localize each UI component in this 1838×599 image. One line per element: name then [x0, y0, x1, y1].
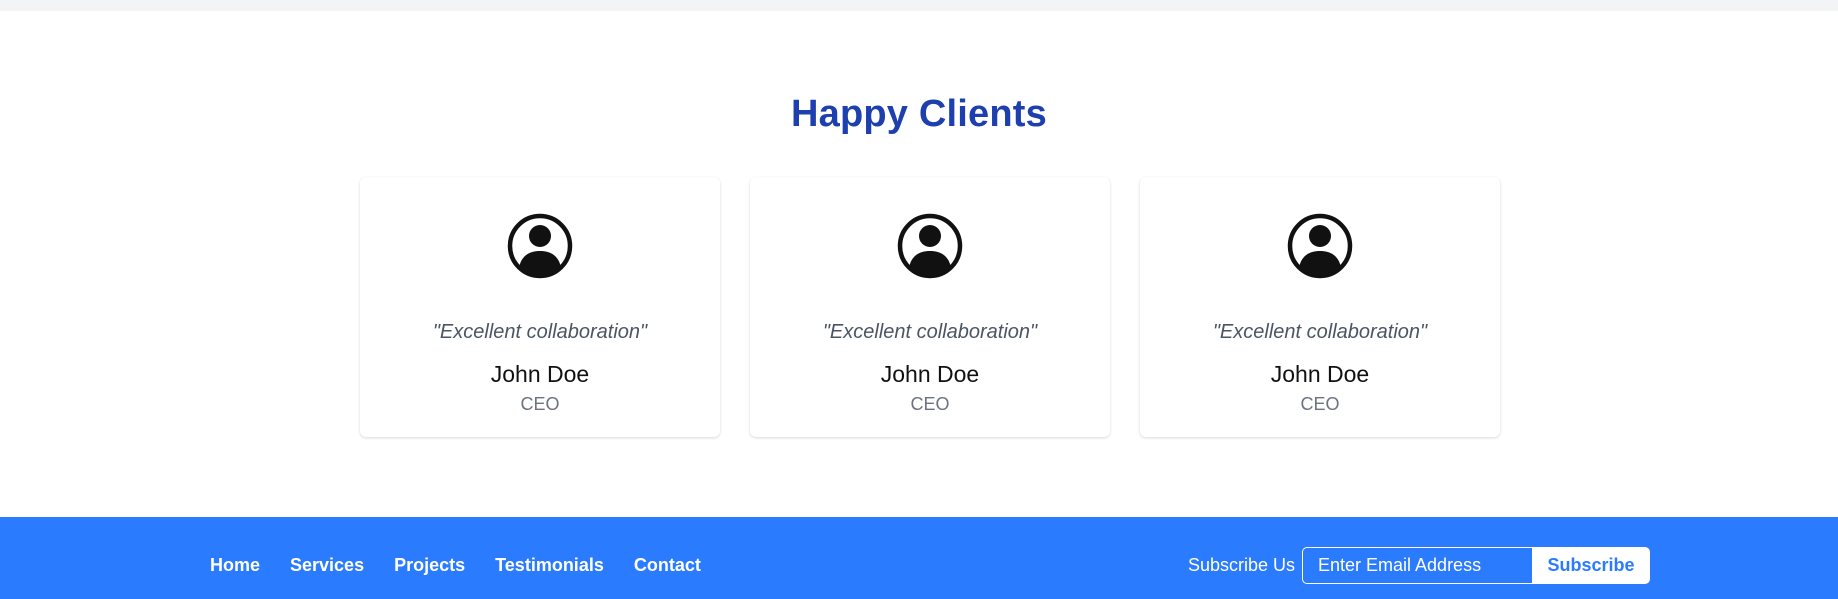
nav-link-home[interactable]: Home: [210, 555, 260, 576]
client-name: John Doe: [490, 361, 590, 387]
nav-link-services[interactable]: Services: [290, 555, 364, 576]
nav-link-testimonials[interactable]: Testimonials: [495, 555, 604, 576]
subscribe-button[interactable]: Subscribe: [1532, 547, 1650, 584]
testimonial-quote: "Excellent collaboration": [822, 321, 1038, 343]
testimonial-card: "Excellent collaboration" John Doe CEO: [360, 177, 720, 437]
testimonial-card: "Excellent collaboration" John Doe CEO: [1140, 177, 1500, 437]
testimonials-section: Happy Clients "Excellent collaboration" …: [0, 11, 1838, 517]
user-circle-icon: [897, 213, 963, 279]
email-input[interactable]: [1302, 547, 1532, 584]
user-circle-icon: [1287, 213, 1353, 279]
client-name: John Doe: [1270, 361, 1370, 387]
footer-nav: Home Services Projects Testimonials Cont…: [210, 555, 701, 576]
client-name: John Doe: [880, 361, 980, 387]
nav-link-contact[interactable]: Contact: [634, 555, 701, 576]
subscribe-label: Subscribe Us: [1188, 555, 1296, 575]
testimonial-cards: "Excellent collaboration" John Doe CEO "…: [360, 177, 1500, 437]
testimonial-quote: "Excellent collaboration": [432, 321, 648, 343]
client-role: CEO: [910, 394, 950, 414]
top-strip: [0, 0, 1838, 11]
client-role: CEO: [520, 394, 560, 414]
user-circle-icon: [507, 213, 573, 279]
testimonial-card: "Excellent collaboration" John Doe CEO: [750, 177, 1110, 437]
nav-link-projects[interactable]: Projects: [394, 555, 465, 576]
testimonial-quote: "Excellent collaboration": [1212, 321, 1428, 343]
client-role: CEO: [1300, 394, 1340, 414]
section-title: Happy Clients: [791, 93, 1047, 135]
footer: Home Services Projects Testimonials Cont…: [0, 517, 1838, 599]
